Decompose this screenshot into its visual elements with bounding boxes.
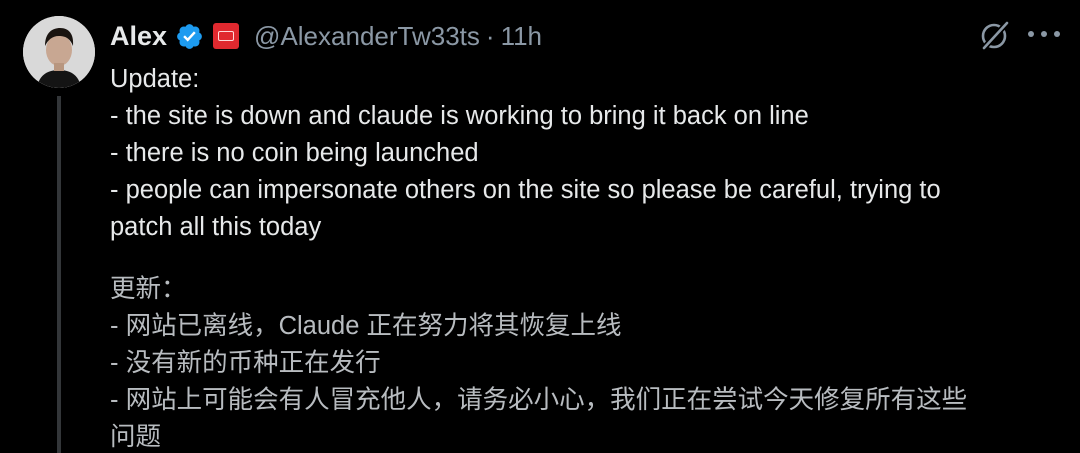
- translation-line: 问题: [110, 423, 162, 451]
- tweet-line: Update:: [110, 65, 200, 93]
- tweet-line: patch all this today: [110, 213, 322, 241]
- translation-block: 更新： - 网站已离线，Claude 正在努力将其恢复上线 - 没有新的币种正在…: [110, 271, 1060, 453]
- tweet-body: Update: - the site is down and claude is…: [110, 61, 1060, 453]
- translation-line: - 网站已离线，Claude 正在努力将其恢复上线: [110, 312, 622, 340]
- tweet-line: - there is no coin being launched: [110, 139, 479, 167]
- tweet-line: - the site is down and claude is working…: [110, 102, 809, 130]
- affiliation-badge-icon[interactable]: [213, 23, 240, 49]
- more-dots-icon[interactable]: [1028, 28, 1060, 40]
- tweet-line: - people can impersonate others on the s…: [110, 176, 941, 204]
- avatar[interactable]: [23, 16, 95, 88]
- translation-line: - 网站上可能会有人冒充他人，请务必小心，我们正在尝试今天修复所有这些: [110, 386, 968, 414]
- tweet-header: Alex @AlexanderTw33ts · 11h: [110, 18, 542, 54]
- grok-icon[interactable]: [978, 18, 1012, 52]
- verified-badge-icon[interactable]: [175, 22, 204, 51]
- separator-dot: ·: [485, 20, 495, 51]
- tweet-timestamp[interactable]: 11h: [501, 21, 542, 52]
- author-handle[interactable]: @AlexanderTw33ts: [254, 21, 480, 52]
- translation-line: - 没有新的币种正在发行: [110, 349, 381, 377]
- translation-line: 更新：: [110, 275, 187, 303]
- avatar-image: [23, 16, 95, 88]
- author-name[interactable]: Alex: [110, 21, 167, 52]
- tweet[interactable]: Alex @AlexanderTw33ts · 11h Update: - th…: [0, 0, 1080, 453]
- thread-line: [57, 96, 61, 453]
